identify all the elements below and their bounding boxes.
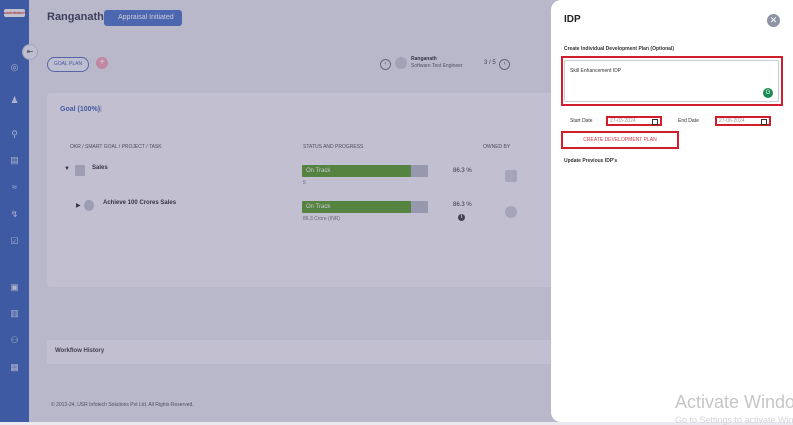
- end-date-value: 27-06-2024: [719, 118, 745, 124]
- idp-description-value: Skill Enhancement IDP: [570, 68, 622, 74]
- end-date-label: End Date: [678, 118, 699, 124]
- close-icon[interactable]: ✕: [767, 14, 780, 27]
- drawer-title: IDP: [564, 14, 581, 25]
- activation-watermark: Activate Windows: [675, 392, 793, 412]
- start-date-label: Start Date: [570, 118, 593, 124]
- end-date-field[interactable]: 27-06-2024: [715, 116, 771, 126]
- start-date-field[interactable]: 27-03-2024: [606, 116, 662, 126]
- create-idp-label: Create Individual Development Plan (Opti…: [564, 46, 675, 52]
- update-previous-idps-label: Update Previous IDP's: [564, 158, 618, 164]
- idp-description-input[interactable]: [564, 60, 779, 102]
- grammar-assistant-icon[interactable]: G: [763, 88, 773, 98]
- start-date-value: 27-03-2024: [610, 118, 636, 124]
- activation-watermark-sub: Go to Settings to activate Windows.: [675, 415, 793, 425]
- create-development-plan-button[interactable]: CREATE DEVELOPMENT PLAN: [561, 131, 679, 149]
- calendar-icon[interactable]: [761, 119, 767, 125]
- calendar-icon[interactable]: [652, 119, 658, 125]
